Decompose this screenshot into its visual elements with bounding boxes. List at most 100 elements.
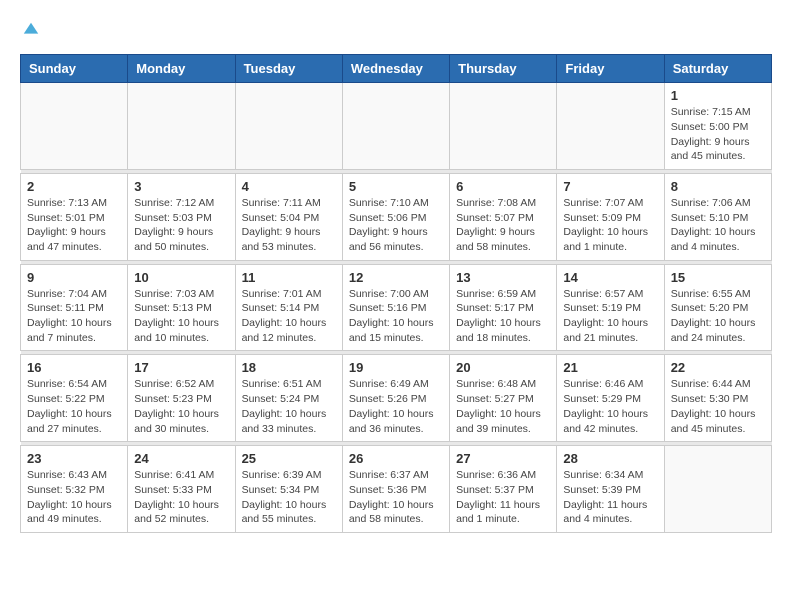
calendar-day-cell: 2Sunrise: 7:13 AM Sunset: 5:01 PM Daylig… bbox=[21, 173, 128, 260]
day-info: Sunrise: 6:46 AM Sunset: 5:29 PM Dayligh… bbox=[563, 377, 657, 436]
calendar-day-cell: 15 Sunrise: 6:55 AM Sunset: 5:20 PM Dayli… bbox=[664, 264, 771, 351]
calendar-day-cell: 16 Sunrise: 6:54 AM Sunset: 5:22 PM Dayli… bbox=[21, 355, 128, 442]
calendar-day-cell: 1 Sunrise: 7:15 AM Sunset: 5:00 PM Daylig… bbox=[664, 83, 771, 170]
calendar-day-cell: 5Sunrise: 7:10 AM Sunset: 5:06 PM Daylig… bbox=[342, 173, 449, 260]
calendar-week-row: 1 Sunrise: 7:15 AM Sunset: 5:00 PM Daylig… bbox=[21, 83, 772, 170]
calendar-day-cell: 12 Sunrise: 7:00 AM Sunset: 5:16 PM Dayli… bbox=[342, 264, 449, 351]
day-number: 27 bbox=[456, 451, 550, 466]
calendar-day-cell: 27 Sunrise: 6:36 AM Sunset: 5:37 PM Dayli… bbox=[450, 446, 557, 533]
logo bbox=[20, 20, 40, 44]
day-number: 7 bbox=[563, 179, 657, 194]
calendar-day-cell: 10 Sunrise: 7:03 AM Sunset: 5:13 PM Dayli… bbox=[128, 264, 235, 351]
day-info: Sunrise: 6:39 AM Sunset: 5:34 PM Dayligh… bbox=[242, 468, 336, 527]
calendar-day-cell bbox=[21, 83, 128, 170]
day-info: Sunrise: 6:48 AM Sunset: 5:27 PM Dayligh… bbox=[456, 377, 550, 436]
day-number: 24 bbox=[134, 451, 228, 466]
day-number: 17 bbox=[134, 360, 228, 375]
calendar-day-cell bbox=[235, 83, 342, 170]
calendar-day-header: Wednesday bbox=[342, 55, 449, 83]
day-number: 26 bbox=[349, 451, 443, 466]
calendar-day-header: Friday bbox=[557, 55, 664, 83]
day-info: Sunrise: 6:44 AM Sunset: 5:30 PM Dayligh… bbox=[671, 377, 765, 436]
day-number: 9 bbox=[27, 270, 121, 285]
calendar-table: SundayMondayTuesdayWednesdayThursdayFrid… bbox=[20, 54, 772, 533]
calendar-day-cell: 17 Sunrise: 6:52 AM Sunset: 5:23 PM Dayli… bbox=[128, 355, 235, 442]
calendar-day-cell bbox=[128, 83, 235, 170]
day-info: Sunrise: 7:10 AM Sunset: 5:06 PM Dayligh… bbox=[349, 196, 443, 255]
calendar-week-row: 16 Sunrise: 6:54 AM Sunset: 5:22 PM Dayli… bbox=[21, 355, 772, 442]
calendar-day-cell bbox=[450, 83, 557, 170]
calendar-day-cell bbox=[664, 446, 771, 533]
day-number: 12 bbox=[349, 270, 443, 285]
day-number: 20 bbox=[456, 360, 550, 375]
calendar-week-row: 23 Sunrise: 6:43 AM Sunset: 5:32 PM Dayli… bbox=[21, 446, 772, 533]
calendar-day-cell: 8 Sunrise: 7:06 AM Sunset: 5:10 PM Daylig… bbox=[664, 173, 771, 260]
calendar-day-cell: 20 Sunrise: 6:48 AM Sunset: 5:27 PM Dayli… bbox=[450, 355, 557, 442]
calendar-day-cell: 13 Sunrise: 6:59 AM Sunset: 5:17 PM Dayli… bbox=[450, 264, 557, 351]
day-info: Sunrise: 7:08 AM Sunset: 5:07 PM Dayligh… bbox=[456, 196, 550, 255]
day-info: Sunrise: 6:34 AM Sunset: 5:39 PM Dayligh… bbox=[563, 468, 657, 527]
day-info: Sunrise: 6:59 AM Sunset: 5:17 PM Dayligh… bbox=[456, 287, 550, 346]
day-info: Sunrise: 7:13 AM Sunset: 5:01 PM Dayligh… bbox=[27, 196, 121, 255]
calendar-day-cell: 9 Sunrise: 7:04 AM Sunset: 5:11 PM Daylig… bbox=[21, 264, 128, 351]
day-number: 15 bbox=[671, 270, 765, 285]
day-info: Sunrise: 6:54 AM Sunset: 5:22 PM Dayligh… bbox=[27, 377, 121, 436]
calendar-day-header: Sunday bbox=[21, 55, 128, 83]
day-info: Sunrise: 6:36 AM Sunset: 5:37 PM Dayligh… bbox=[456, 468, 550, 527]
day-info: Sunrise: 7:06 AM Sunset: 5:10 PM Dayligh… bbox=[671, 196, 765, 255]
day-number: 23 bbox=[27, 451, 121, 466]
day-number: 22 bbox=[671, 360, 765, 375]
calendar-day-cell bbox=[342, 83, 449, 170]
calendar-day-cell: 24 Sunrise: 6:41 AM Sunset: 5:33 PM Dayli… bbox=[128, 446, 235, 533]
logo-icon bbox=[22, 21, 40, 39]
day-number: 4 bbox=[242, 179, 336, 194]
day-info: Sunrise: 6:52 AM Sunset: 5:23 PM Dayligh… bbox=[134, 377, 228, 436]
day-info: Sunrise: 6:51 AM Sunset: 5:24 PM Dayligh… bbox=[242, 377, 336, 436]
calendar-day-cell: 14 Sunrise: 6:57 AM Sunset: 5:19 PM Dayli… bbox=[557, 264, 664, 351]
day-number: 14 bbox=[563, 270, 657, 285]
day-number: 19 bbox=[349, 360, 443, 375]
day-info: Sunrise: 6:37 AM Sunset: 5:36 PM Dayligh… bbox=[349, 468, 443, 527]
day-number: 28 bbox=[563, 451, 657, 466]
calendar-day-header: Thursday bbox=[450, 55, 557, 83]
day-number: 10 bbox=[134, 270, 228, 285]
day-info: Sunrise: 7:07 AM Sunset: 5:09 PM Dayligh… bbox=[563, 196, 657, 255]
calendar-day-cell: 3 Sunrise: 7:12 AM Sunset: 5:03 PM Daylig… bbox=[128, 173, 235, 260]
day-info: Sunrise: 7:04 AM Sunset: 5:11 PM Dayligh… bbox=[27, 287, 121, 346]
calendar-day-cell: 21Sunrise: 6:46 AM Sunset: 5:29 PM Dayli… bbox=[557, 355, 664, 442]
calendar-day-cell: 25Sunrise: 6:39 AM Sunset: 5:34 PM Dayli… bbox=[235, 446, 342, 533]
calendar-week-row: 9 Sunrise: 7:04 AM Sunset: 5:11 PM Daylig… bbox=[21, 264, 772, 351]
calendar-day-header: Tuesday bbox=[235, 55, 342, 83]
calendar-day-cell: 22 Sunrise: 6:44 AM Sunset: 5:30 PM Dayli… bbox=[664, 355, 771, 442]
day-info: Sunrise: 6:57 AM Sunset: 5:19 PM Dayligh… bbox=[563, 287, 657, 346]
day-info: Sunrise: 7:01 AM Sunset: 5:14 PM Dayligh… bbox=[242, 287, 336, 346]
calendar-day-header: Saturday bbox=[664, 55, 771, 83]
calendar-day-cell: 26 Sunrise: 6:37 AM Sunset: 5:36 PM Dayli… bbox=[342, 446, 449, 533]
day-number: 1 bbox=[671, 88, 765, 103]
day-number: 18 bbox=[242, 360, 336, 375]
calendar-day-cell: 23 Sunrise: 6:43 AM Sunset: 5:32 PM Dayli… bbox=[21, 446, 128, 533]
day-info: Sunrise: 7:03 AM Sunset: 5:13 PM Dayligh… bbox=[134, 287, 228, 346]
calendar-day-cell: 4 Sunrise: 7:11 AM Sunset: 5:04 PM Daylig… bbox=[235, 173, 342, 260]
day-number: 13 bbox=[456, 270, 550, 285]
day-info: Sunrise: 7:15 AM Sunset: 5:00 PM Dayligh… bbox=[671, 105, 765, 164]
day-info: Sunrise: 6:55 AM Sunset: 5:20 PM Dayligh… bbox=[671, 287, 765, 346]
day-info: Sunrise: 7:11 AM Sunset: 5:04 PM Dayligh… bbox=[242, 196, 336, 255]
calendar-week-row: 2Sunrise: 7:13 AM Sunset: 5:01 PM Daylig… bbox=[21, 173, 772, 260]
calendar-day-cell: 18 Sunrise: 6:51 AM Sunset: 5:24 PM Dayli… bbox=[235, 355, 342, 442]
day-number: 6 bbox=[456, 179, 550, 194]
calendar-header-row: SundayMondayTuesdayWednesdayThursdayFrid… bbox=[21, 55, 772, 83]
day-info: Sunrise: 6:41 AM Sunset: 5:33 PM Dayligh… bbox=[134, 468, 228, 527]
day-number: 3 bbox=[134, 179, 228, 194]
calendar-day-cell: 7 Sunrise: 7:07 AM Sunset: 5:09 PM Daylig… bbox=[557, 173, 664, 260]
page-header bbox=[20, 20, 772, 44]
day-number: 8 bbox=[671, 179, 765, 194]
calendar-day-cell bbox=[557, 83, 664, 170]
day-info: Sunrise: 7:12 AM Sunset: 5:03 PM Dayligh… bbox=[134, 196, 228, 255]
day-number: 16 bbox=[27, 360, 121, 375]
calendar-day-cell: 19Sunrise: 6:49 AM Sunset: 5:26 PM Dayli… bbox=[342, 355, 449, 442]
day-info: Sunrise: 7:00 AM Sunset: 5:16 PM Dayligh… bbox=[349, 287, 443, 346]
calendar-day-cell: 11Sunrise: 7:01 AM Sunset: 5:14 PM Dayli… bbox=[235, 264, 342, 351]
day-info: Sunrise: 6:43 AM Sunset: 5:32 PM Dayligh… bbox=[27, 468, 121, 527]
calendar-day-cell: 28 Sunrise: 6:34 AM Sunset: 5:39 PM Dayli… bbox=[557, 446, 664, 533]
